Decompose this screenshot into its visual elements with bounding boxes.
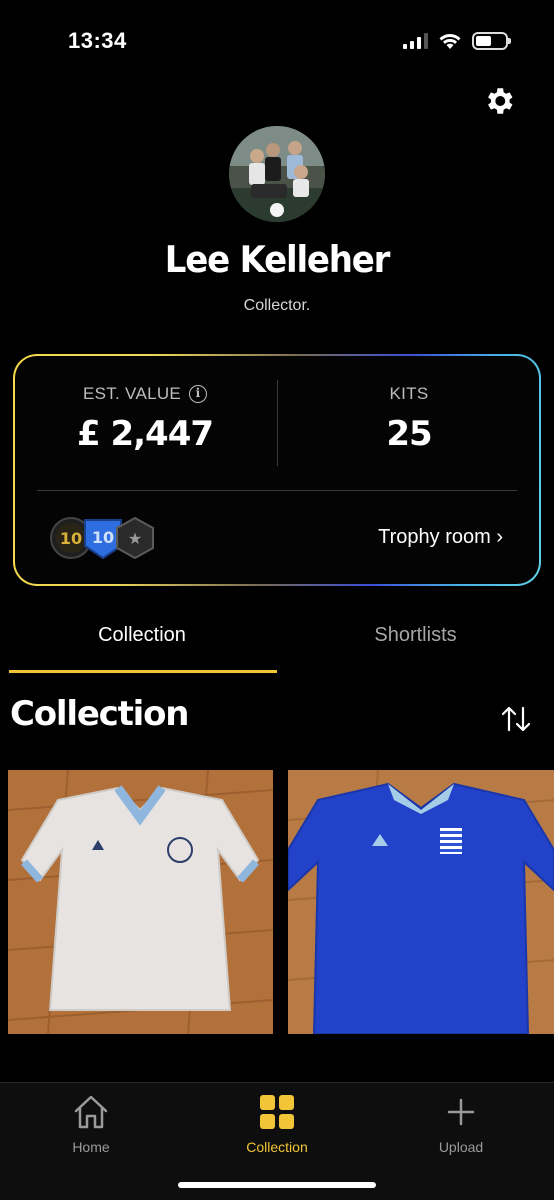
- battery-icon: [472, 32, 511, 50]
- status-icons: [403, 32, 511, 50]
- divider: [277, 380, 278, 466]
- trophy-room-link[interactable]: Trophy room ›: [378, 526, 503, 549]
- gear-icon: [488, 88, 513, 114]
- kits-label: KITS: [389, 384, 429, 403]
- star-badge-text: ★: [128, 529, 142, 548]
- profile-photo: [229, 126, 325, 222]
- est-value-label: EST. VALUE: [82, 384, 182, 403]
- avatar[interactable]: [229, 126, 325, 222]
- gold-badge-text: 10: [60, 529, 82, 548]
- active-tab-indicator: [9, 670, 277, 673]
- nav-upload[interactable]: Upload: [396, 1093, 526, 1155]
- nav-upload-label: Upload: [438, 1139, 484, 1155]
- info-icon[interactable]: i: [189, 385, 208, 403]
- sort-button[interactable]: [500, 704, 532, 734]
- est-value: £ 2,447: [76, 414, 214, 454]
- settings-button[interactable]: [482, 84, 516, 118]
- sort-arrows-icon: [501, 706, 531, 732]
- grid-icon: [260, 1095, 294, 1129]
- signal-icon: [403, 33, 428, 49]
- status-time: 13:34: [68, 28, 127, 53]
- kits-value: 25: [386, 414, 432, 454]
- divider: [37, 490, 517, 491]
- nav-home[interactable]: Home: [26, 1093, 156, 1155]
- home-icon: [74, 1095, 108, 1129]
- white-shirt-photo: [8, 770, 273, 1034]
- nav-home-label: Home: [72, 1139, 110, 1155]
- kits-stat: KITS 25: [279, 384, 539, 454]
- profile-tabs: Collection Shortlists: [0, 604, 554, 676]
- status-bar: 13:34: [0, 0, 554, 80]
- kit-card[interactable]: [8, 770, 273, 1034]
- profile-name: Lee Kelleher: [164, 238, 391, 282]
- tab-shortlists[interactable]: Shortlists: [277, 624, 554, 647]
- est-value-stat: EST. VALUE i £ 2,447: [15, 384, 275, 454]
- nav-collection-label: Collection: [246, 1139, 308, 1155]
- stats-card: EST. VALUE i £ 2,447 KITS 25 10 10 ★ Tro…: [13, 354, 541, 586]
- profile-tagline: Collector.: [243, 297, 311, 314]
- home-indicator: [178, 1182, 376, 1188]
- kit-card[interactable]: [288, 770, 554, 1034]
- blue-shirt-photo: [288, 770, 554, 1034]
- blue-badge-text: 10: [92, 528, 114, 547]
- nav-collection[interactable]: Collection: [212, 1093, 342, 1155]
- wifi-icon: [439, 34, 461, 49]
- star-hex-badge: ★: [116, 516, 154, 560]
- plus-icon: [447, 1098, 475, 1126]
- section-title: Collection: [10, 694, 190, 734]
- badges[interactable]: 10 10 ★: [49, 516, 159, 562]
- tab-collection[interactable]: Collection: [8, 624, 276, 647]
